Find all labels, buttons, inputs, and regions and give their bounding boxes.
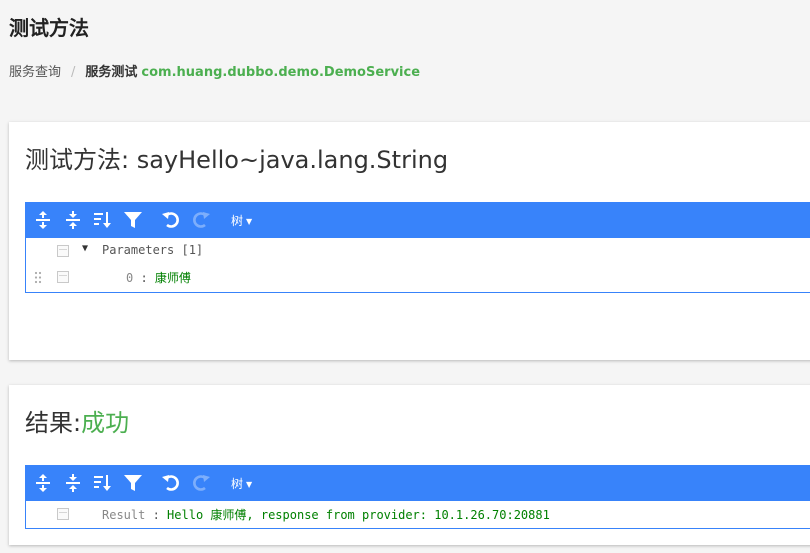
sort-button[interactable] — [91, 471, 115, 495]
collapse-all-icon — [66, 211, 80, 229]
page-title: 测试方法 — [9, 16, 89, 40]
collapse-all-button[interactable] — [61, 208, 85, 232]
caret-down-icon: ▼ — [246, 217, 253, 226]
tree-row-root: ▼ Parameters [1] — [26, 238, 810, 264]
mode-select-button[interactable]: 树 ▼ — [231, 212, 252, 229]
collapse-toggle-icon[interactable]: ▼ — [82, 243, 88, 254]
mode-label: 树 — [231, 477, 244, 491]
context-menu-button[interactable] — [57, 245, 69, 257]
editor-toolbar: 树 ▼ — [26, 466, 810, 501]
breadcrumb-service-name: com.huang.dubbo.demo.DemoService — [141, 65, 421, 80]
expand-all-icon — [36, 474, 50, 492]
redo-icon — [193, 475, 210, 491]
parameters-json-editor: 树 ▼ ▼ Parameters [1] 0 : 康师傅 — [25, 202, 810, 293]
undo-button[interactable] — [159, 208, 183, 232]
result-status: 成功 — [81, 409, 130, 437]
filter-button[interactable] — [121, 208, 145, 232]
breadcrumb-current: 服务测试 — [85, 65, 138, 80]
breadcrumb: 服务查询 / 服务测试 com.huang.dubbo.demo.DemoServic… — [9, 61, 420, 80]
tree-item-value[interactable]: 康师傅 — [155, 271, 191, 285]
redo-icon — [193, 212, 210, 228]
sort-icon — [94, 475, 111, 491]
expand-all-button[interactable] — [31, 208, 55, 232]
tree-root-key: Parameters — [102, 243, 175, 257]
result-title: 结果:成功 — [25, 403, 129, 438]
result-value[interactable]: Hello 康师傅, response from provider: 10.1.… — [167, 508, 550, 522]
editor-toolbar: 树 ▼ — [26, 203, 810, 238]
context-menu-button[interactable] — [57, 508, 69, 520]
collapse-all-icon — [66, 474, 80, 492]
method-card: 测试方法: sayHello~java.lang.String 树 ▼ ▼ Pa… — [9, 122, 810, 360]
mode-label: 树 — [231, 214, 244, 228]
expand-all-button[interactable] — [31, 471, 55, 495]
breadcrumb-service-query[interactable]: 服务查询 — [9, 65, 61, 80]
drag-handle-icon[interactable] — [34, 271, 42, 284]
result-key: Result — [102, 508, 146, 522]
tree-row-result: Result : Hello 康师傅, response from provid… — [26, 501, 810, 527]
context-menu-button[interactable] — [57, 271, 69, 283]
undo-button[interactable] — [159, 471, 183, 495]
breadcrumb-separator: / — [71, 65, 76, 80]
mode-select-button[interactable]: 树 ▼ — [231, 475, 252, 492]
method-title: 测试方法: sayHello~java.lang.String — [25, 146, 449, 174]
redo-button[interactable] — [189, 471, 213, 495]
filter-icon — [124, 212, 142, 228]
tree-root-count: [1] — [181, 243, 204, 257]
filter-button[interactable] — [121, 471, 145, 495]
sort-button[interactable] — [91, 208, 115, 232]
filter-icon — [124, 475, 142, 491]
caret-down-icon: ▼ — [246, 480, 253, 489]
result-json-editor: 树 ▼ Result : Hello 康师傅, response from pro… — [25, 465, 810, 529]
sort-icon — [94, 212, 111, 228]
result-card: 结果:成功 树 ▼ Result : Hello 康师傅, response f… — [9, 385, 810, 545]
undo-icon — [162, 212, 179, 228]
result-title-prefix: 结果: — [25, 409, 82, 437]
collapse-all-button[interactable] — [61, 471, 85, 495]
undo-icon — [162, 475, 179, 491]
tree-row-item: 0 : 康师傅 — [26, 264, 810, 290]
expand-all-icon — [36, 211, 50, 229]
redo-button[interactable] — [189, 208, 213, 232]
